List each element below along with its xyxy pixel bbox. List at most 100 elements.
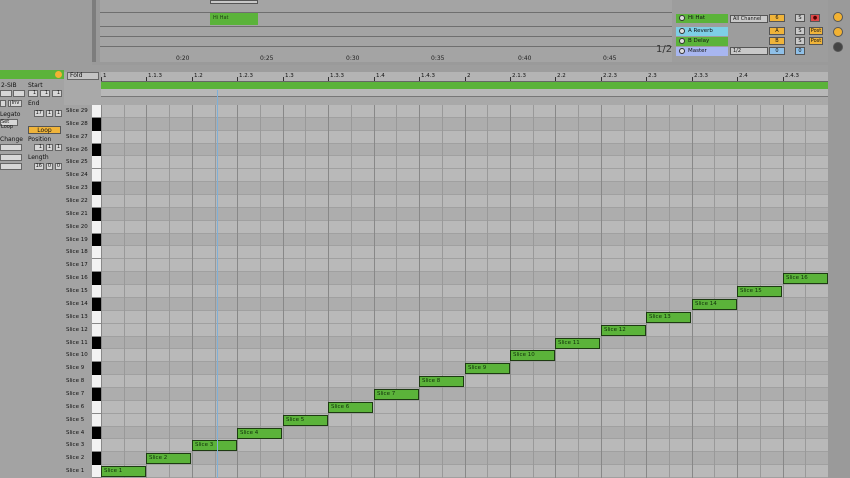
midi-note[interactable]: Slice 12 [601, 325, 646, 336]
piano-key-white[interactable] [92, 413, 101, 427]
midi-note[interactable]: Slice 2 [146, 453, 191, 464]
piano-key-black[interactable] [92, 272, 101, 286]
arrangement-scrollbar[interactable] [92, 0, 96, 62]
piano-key-white[interactable] [92, 400, 101, 414]
mixer-track-3[interactable]: Master [676, 47, 728, 56]
midi-note[interactable]: Slice 13 [646, 312, 691, 323]
midi-note[interactable]: Slice 14 [692, 299, 737, 310]
loop-button[interactable]: Loop [28, 126, 61, 134]
piano-key-white[interactable] [92, 285, 101, 298]
track-activator-icon[interactable] [679, 38, 685, 44]
nudge-left-button[interactable] [0, 90, 12, 97]
piano-key-white[interactable] [92, 439, 101, 453]
piano-key-black[interactable] [92, 426, 101, 440]
midi-note[interactable]: Slice 16 [783, 273, 828, 284]
midi-note[interactable]: Slice 9 [465, 363, 510, 374]
slice-key-lane[interactable]: Slice 29 Slice 28 Slice 27 Slice 26 Slice 25… [64, 105, 101, 478]
piano-key-white[interactable] [92, 310, 101, 324]
piano-key-white[interactable] [92, 349, 101, 363]
track-number[interactable]: 0 [769, 47, 785, 55]
set-loop-button[interactable]: Set Loop [0, 119, 18, 130]
arrangement-loop-brace[interactable] [210, 0, 258, 4]
beat-ruler[interactable]: 1 1.1.3 1.2 1.2.3 1.3 1.3.3 1.4 1.4.3 2 2.1.3 2.2 2… [101, 72, 828, 82]
invert-button[interactable]: Inv [10, 100, 22, 107]
piano-key-white[interactable] [92, 195, 101, 208]
piano-key-black[interactable] [92, 207, 101, 221]
circle-button[interactable] [833, 12, 843, 22]
piano-key-black[interactable] [92, 336, 101, 350]
piano-key-white[interactable] [92, 259, 101, 273]
input-channel-select[interactable]: All Channel [730, 15, 768, 23]
arrangement-timeline[interactable]: 0:20 0:25 0:30 0:35 0:40 0:45 [100, 55, 672, 63]
midi-note[interactable]: Slice 8 [419, 376, 464, 387]
mixer-track-0[interactable]: Hi Hat [676, 14, 728, 23]
mixer-track-2[interactable]: B Delay [676, 37, 728, 46]
solo-button[interactable]: S [795, 37, 805, 45]
small-button[interactable] [0, 100, 6, 107]
track-number[interactable]: B [769, 37, 785, 45]
length-bar[interactable]: 16 [34, 163, 44, 170]
piano-key-black[interactable] [92, 297, 101, 311]
note-grid[interactable]: Slice 1 Slice 2 Slice 3 Slice 4 Slice 5 Slice… [101, 105, 828, 478]
position-sixteenth[interactable]: 1 [55, 144, 62, 151]
piano-key-black[interactable] [92, 362, 101, 376]
midi-note[interactable]: Slice 10 [510, 350, 555, 361]
midi-note[interactable]: Slice 5 [283, 415, 328, 426]
change-field-3[interactable] [0, 163, 22, 170]
piano-key-white[interactable] [92, 375, 101, 388]
arrangement-clip[interactable]: Hi Hat [210, 13, 258, 25]
midi-note[interactable]: Slice 1 [101, 466, 146, 477]
arrangement-tracks[interactable] [100, 0, 672, 62]
midi-note[interactable]: Slice 7 [374, 389, 419, 400]
start-marker-lane[interactable] [101, 89, 828, 97]
solo-button[interactable]: S [795, 27, 805, 35]
midi-note[interactable]: Slice 11 [555, 338, 600, 349]
position-beat[interactable]: 1 [46, 144, 53, 151]
change-field-2[interactable] [0, 154, 22, 161]
master-output-select[interactable]: 1/2 [730, 47, 768, 55]
clip-panel-header[interactable] [0, 70, 64, 79]
position-bar[interactable]: 1 [34, 144, 44, 151]
track-number[interactable]: 6 [769, 14, 785, 22]
start-sixteenth[interactable]: 1 [52, 90, 62, 97]
midi-note[interactable]: Slice 4 [237, 428, 282, 439]
piano-key-black[interactable] [92, 233, 101, 247]
piano-key-white[interactable] [92, 246, 101, 260]
solo-button[interactable]: S [795, 14, 805, 22]
piano-key-black[interactable] [92, 143, 101, 157]
end-sixteenth[interactable]: 1 [55, 110, 62, 117]
circle-button[interactable] [833, 27, 843, 37]
track-activator-icon[interactable] [679, 28, 685, 34]
piano-key-white[interactable] [92, 323, 101, 337]
piano-key-white[interactable] [92, 130, 101, 144]
arm-button[interactable]: ● [810, 14, 820, 22]
change-field[interactable] [0, 144, 22, 151]
loop-brace[interactable] [101, 82, 828, 89]
midi-note[interactable]: Slice 15 [737, 286, 782, 297]
piano-key-black[interactable] [92, 182, 101, 196]
post-button[interactable]: Post [809, 37, 823, 45]
start-beat[interactable]: 1 [40, 90, 50, 97]
solo-button[interactable]: 0 [795, 47, 805, 55]
midi-note[interactable]: Slice 3 [192, 440, 237, 451]
post-button[interactable]: Post [809, 27, 823, 35]
start-bar[interactable]: 1 [28, 90, 38, 97]
track-activator-icon[interactable] [679, 48, 685, 54]
nudge-right-button[interactable] [13, 90, 25, 97]
piano-key-white[interactable] [92, 465, 101, 478]
track-number[interactable]: A [769, 27, 785, 35]
end-beat[interactable]: 1 [46, 110, 53, 117]
length-sixteenth[interactable]: 0 [55, 163, 62, 170]
clip-activator-icon[interactable] [55, 71, 62, 78]
piano-key-black[interactable] [92, 387, 101, 401]
piano-key-white[interactable] [92, 105, 101, 118]
piano-key-black[interactable] [92, 452, 101, 466]
end-bar[interactable]: 17 [34, 110, 44, 117]
piano-key-white[interactable] [92, 220, 101, 234]
piano-key-white[interactable] [92, 169, 101, 183]
piano-key-black[interactable] [92, 117, 101, 131]
fold-button[interactable]: Fold [67, 72, 99, 80]
length-beat[interactable]: 0 [46, 163, 53, 170]
track-activator-icon[interactable] [679, 15, 685, 21]
mixer-track-1[interactable]: A Reverb [676, 27, 728, 36]
